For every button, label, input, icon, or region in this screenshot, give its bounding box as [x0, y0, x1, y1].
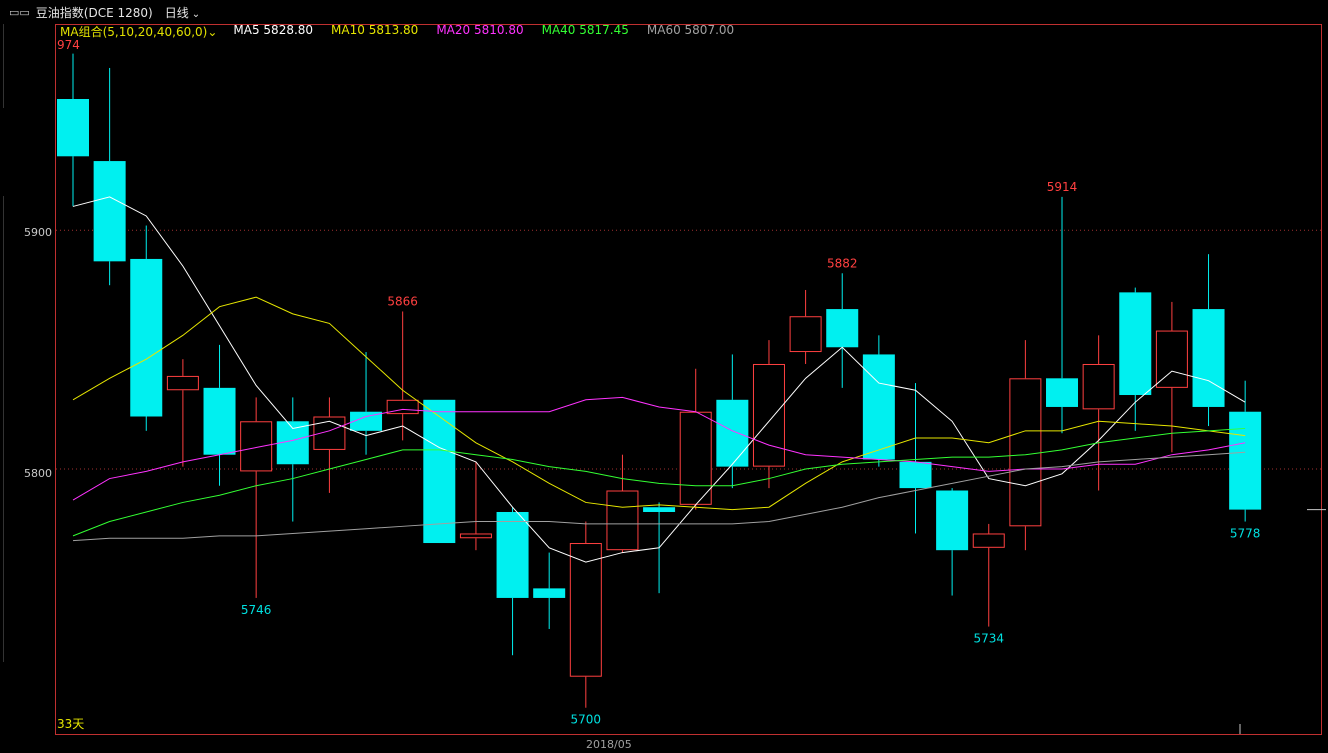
- price-annotation: 5700: [571, 713, 602, 727]
- candle-body: [130, 258, 163, 417]
- price-annotation: 5914: [1047, 180, 1078, 194]
- candlestick-chart: 974 5746 5866 5700 5882 5734 5914 5778 33天: [56, 38, 1326, 734]
- candle-body: [1046, 378, 1079, 407]
- candle-body: [1229, 411, 1262, 510]
- candle-body: [862, 354, 895, 460]
- candle-body: [1192, 309, 1225, 407]
- candle-body: [1155, 330, 1188, 388]
- price-annotation: 5866: [387, 294, 418, 308]
- price-annotation: 5746: [241, 603, 272, 617]
- candle-body: [643, 507, 676, 512]
- candle-body: [826, 309, 859, 348]
- price-annotation: 974: [57, 38, 80, 52]
- price-annotation: 5882: [827, 256, 858, 270]
- candle-body: [459, 533, 492, 539]
- bar-count-label: 33天: [57, 717, 84, 731]
- candle-body: [57, 99, 89, 157]
- candle-body: [496, 511, 529, 598]
- candle-body: [789, 316, 822, 353]
- candle-body: [1009, 378, 1042, 527]
- candle-body: [1119, 292, 1152, 396]
- candle-body: [972, 533, 1005, 548]
- candle-body: [752, 363, 785, 467]
- candle-body: [533, 588, 566, 598]
- x-axis-label: 2018/05: [586, 738, 632, 751]
- candle-body: [569, 543, 602, 677]
- candle-body: [1082, 363, 1115, 410]
- candle-body: [936, 490, 969, 551]
- candle-body: [240, 421, 273, 472]
- candle-body: [679, 411, 712, 505]
- price-annotation: 5734: [973, 632, 1004, 646]
- candle-body: [899, 461, 932, 489]
- price-annotation: 5778: [1230, 527, 1261, 541]
- candle-body: [716, 399, 749, 467]
- candle-body: [606, 490, 639, 551]
- candle-body: [423, 399, 456, 544]
- candle-body: [203, 387, 236, 455]
- candle-body: [93, 161, 126, 262]
- candle-body: [166, 375, 199, 391]
